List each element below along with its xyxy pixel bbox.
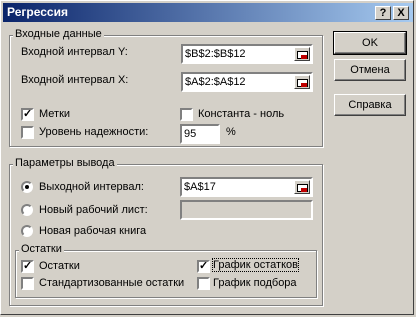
constant-zero-checkbox[interactable] — [180, 108, 193, 121]
y-range-input[interactable]: $B$2:$B$12 — [181, 44, 313, 64]
confidence-input[interactable]: 95 — [180, 124, 220, 144]
help-title-button[interactable]: ? — [375, 6, 391, 20]
new-sheet-label: Новый рабочий лист: — [39, 204, 148, 216]
help-button[interactable]: Справка — [334, 94, 406, 116]
output-group-label: Параметры вывода — [13, 157, 117, 169]
confidence-checkbox[interactable] — [21, 126, 34, 139]
title-bar: Регрессия ? X — [3, 3, 413, 22]
fit-plot-label: График подбора — [213, 277, 297, 289]
new-book-label: Новая рабочая книга — [39, 225, 147, 237]
confidence-label: Уровень надежности: — [39, 126, 149, 138]
range-picker-icon[interactable] — [294, 180, 310, 194]
x-range-label: Входной интервал X: — [21, 74, 129, 86]
output-range-label: Выходной интервал: — [39, 181, 144, 193]
range-picker-icon[interactable] — [294, 75, 310, 89]
std-residuals-checkbox[interactable] — [21, 277, 34, 290]
residuals-group-label: Остатки — [19, 243, 64, 255]
ok-button[interactable]: OK — [333, 31, 407, 55]
std-residuals-label: Стандартизованные остатки — [39, 277, 185, 289]
range-picker-icon[interactable] — [294, 47, 310, 61]
output-range-input[interactable]: $A$17 — [180, 177, 313, 197]
input-group-label: Входные данные — [13, 28, 104, 40]
new-sheet-radio[interactable] — [21, 204, 33, 216]
percent-label: % — [226, 126, 236, 138]
dialog-title: Регрессия — [7, 5, 68, 19]
residuals-checkbox[interactable]: ✓ — [21, 260, 34, 273]
constant-zero-label: Константа - ноль — [198, 108, 285, 120]
new-sheet-input[interactable] — [180, 200, 313, 220]
y-range-label: Входной интервал Y: — [21, 46, 128, 58]
labels-checkbox-label: Метки — [39, 108, 71, 120]
residuals-group — [15, 250, 317, 298]
residual-plot-checkbox[interactable]: ✓ — [197, 260, 210, 273]
cancel-button[interactable]: Отмена — [334, 59, 406, 81]
residual-plot-label: График остатков — [212, 258, 299, 272]
x-range-input[interactable]: $A$2:$A$12 — [181, 72, 313, 92]
labels-checkbox[interactable]: ✓ — [21, 108, 34, 121]
close-title-button[interactable]: X — [393, 6, 409, 20]
fit-plot-checkbox[interactable] — [197, 277, 210, 290]
residuals-label: Остатки — [39, 260, 80, 272]
output-range-radio[interactable] — [21, 181, 33, 193]
new-book-radio[interactable] — [21, 225, 33, 237]
regression-dialog: Регрессия ? X Входные данные Входной инт… — [0, 0, 414, 315]
